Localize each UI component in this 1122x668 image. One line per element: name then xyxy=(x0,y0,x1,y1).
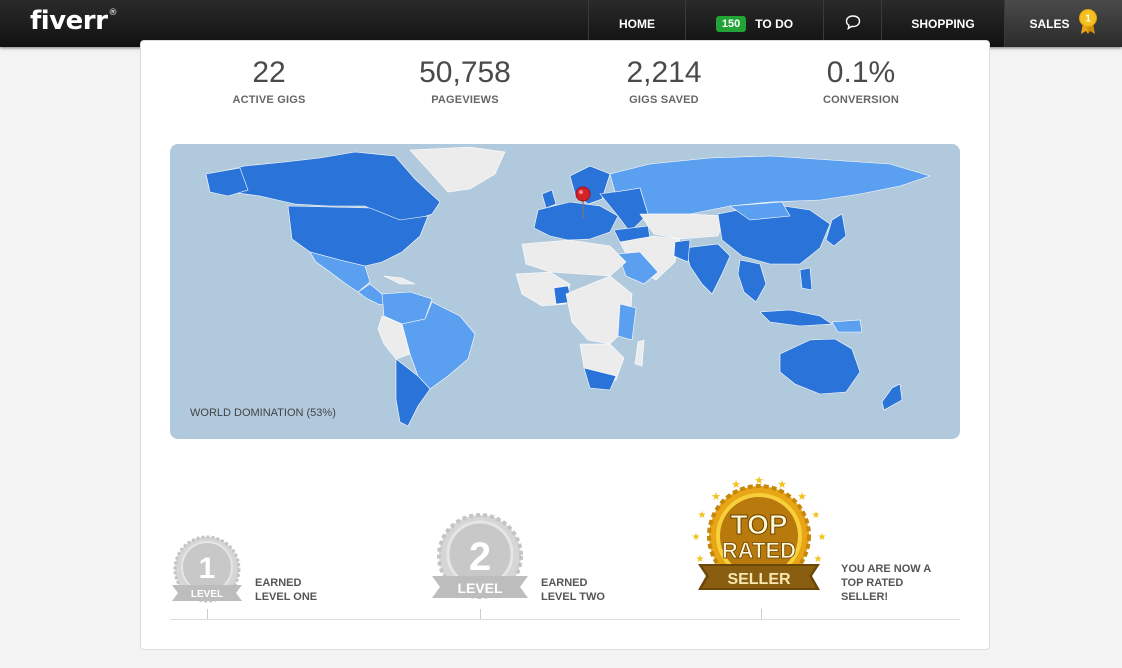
svg-text:★: ★ xyxy=(698,510,707,521)
level-two-text: EARNED LEVEL TWO xyxy=(541,577,605,603)
level-one-text: EARNED LEVEL ONE xyxy=(255,577,318,603)
svg-text:★: ★ xyxy=(711,490,721,503)
region-madagascar xyxy=(634,339,645,367)
region-alaska xyxy=(205,167,249,197)
svg-text:★: ★ xyxy=(777,478,787,491)
region-western-europe xyxy=(533,201,619,241)
region-southeast-asia xyxy=(737,259,767,303)
stat-value: 0.1% xyxy=(826,56,896,89)
svg-text:★: ★ xyxy=(731,478,741,491)
svg-text:★: ★ xyxy=(818,532,827,543)
nav-todo-label: TO DO xyxy=(755,16,794,31)
svg-text:★: ★ xyxy=(814,554,823,565)
nav-shopping-label: SHOPPING xyxy=(911,16,975,31)
svg-text:★: ★ xyxy=(696,554,705,565)
region-pakistan xyxy=(673,239,691,263)
levels-progress-line xyxy=(170,619,960,620)
svg-text:TOP: TOP xyxy=(730,509,787,540)
stat-label: GIGS SAVED xyxy=(629,94,699,106)
region-new-zealand xyxy=(881,383,903,411)
fiverr-logo[interactable]: fiverr® xyxy=(30,6,117,36)
region-philippines xyxy=(799,267,813,291)
world-domination-label: WORLD DOMINATION (53%) xyxy=(190,407,336,419)
stat-label: CONVERSION xyxy=(823,94,899,106)
world-map[interactable]: WORLD DOMINATION (53%) xyxy=(170,144,960,439)
top-rated-tick xyxy=(761,609,762,619)
svg-text:★: ★ xyxy=(797,490,807,503)
level-one-tick xyxy=(207,609,208,619)
region-japan xyxy=(825,213,847,247)
stat-label: PAGEVIEWS xyxy=(431,94,499,106)
world-map-svg xyxy=(205,146,931,427)
region-north-africa xyxy=(521,239,627,277)
svg-text:1: 1 xyxy=(199,552,216,585)
svg-text:★: ★ xyxy=(692,532,701,543)
stat-active-gigs: 22 ACTIVE GIGS xyxy=(169,56,369,106)
svg-text:2: 2 xyxy=(469,535,491,579)
stat-gigs-saved: 2,214 GIGS SAVED xyxy=(564,56,764,106)
stat-value: 2,214 xyxy=(626,56,702,89)
region-east-africa xyxy=(617,303,637,341)
speech-bubble-icon xyxy=(845,14,861,33)
level-two-badge: 2 LEVEL xyxy=(430,512,530,606)
region-papua xyxy=(831,319,863,333)
nav-sales[interactable]: SALES 1 xyxy=(1004,0,1122,47)
region-greenland xyxy=(409,146,506,193)
region-australia xyxy=(779,338,861,395)
stat-label: ACTIVE GIGS xyxy=(232,94,306,106)
level-one-badge: 1 LEVEL xyxy=(170,533,244,605)
svg-text:LEVEL: LEVEL xyxy=(191,589,223,600)
region-uk xyxy=(541,189,557,209)
svg-text:1: 1 xyxy=(1085,14,1091,25)
svg-text:★: ★ xyxy=(812,510,821,521)
award-ribbon-icon: 1 xyxy=(1078,9,1098,38)
stat-value: 50,758 xyxy=(419,56,511,89)
stat-value: 22 xyxy=(252,56,286,89)
region-india xyxy=(684,243,731,295)
region-central-asia xyxy=(639,213,726,240)
todo-count-badge: 150 xyxy=(715,15,747,32)
region-indonesia xyxy=(759,309,833,327)
svg-text:SELLER: SELLER xyxy=(727,571,791,588)
level-two-tick xyxy=(480,609,481,619)
region-caribbean xyxy=(383,275,416,285)
nav-home-label: HOME xyxy=(619,16,655,31)
svg-text:LEVEL: LEVEL xyxy=(457,580,503,596)
stat-pageviews: 50,758 PAGEVIEWS xyxy=(365,56,565,106)
stat-conversion: 0.1% CONVERSION xyxy=(761,56,961,106)
nav-sales-label: SALES xyxy=(1029,16,1070,31)
svg-text:RATED: RATED xyxy=(722,538,796,563)
top-rated-text: YOU ARE NOW A TOP RATED SELLER! xyxy=(841,563,932,603)
top-rated-seller-badge: ★ ★ ★ ★ ★ ★ ★ ★ ★ ★ ★ TOP RATED SELLER xyxy=(688,472,830,608)
